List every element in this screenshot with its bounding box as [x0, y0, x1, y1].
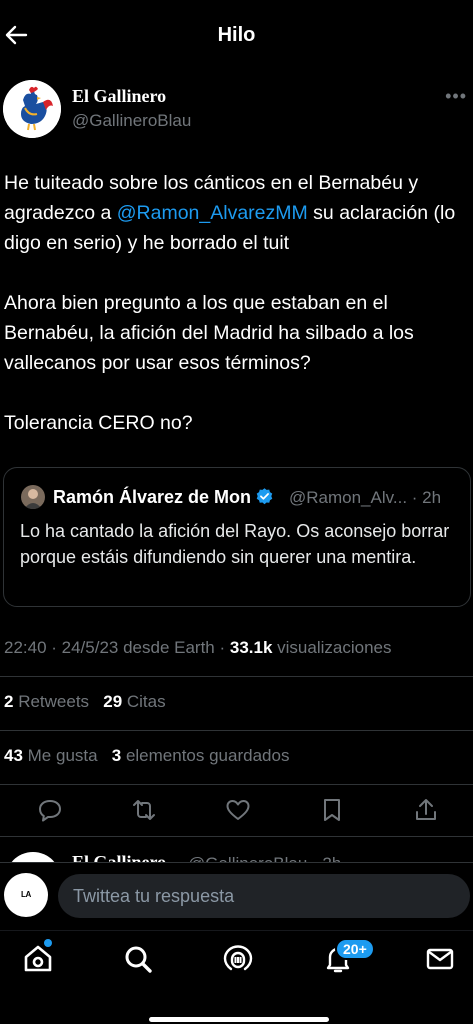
author-name[interactable]: El Gallinero	[72, 86, 166, 107]
more-icon[interactable]: •••	[445, 86, 467, 107]
reply-icon[interactable]	[36, 796, 64, 824]
share-icon[interactable]	[412, 796, 440, 824]
page-title: Hilo	[217, 24, 256, 46]
tweet-author[interactable]: El Gallinero @GallineroBlau •••	[0, 78, 473, 140]
retweets-stat[interactable]: 2 Retweets	[4, 692, 89, 711]
quoted-author-name: Ramón Álvarez de Mon	[53, 487, 274, 508]
retweet-quote-stats: 2 Retweets 29 Citas	[4, 692, 166, 712]
tweet-actions	[0, 790, 473, 830]
divider	[0, 730, 473, 731]
quotes-stat[interactable]: 29 Citas	[103, 692, 165, 711]
views-count[interactable]: 33.1k	[230, 638, 273, 657]
top-bar: Hilo	[0, 0, 473, 70]
divider	[0, 836, 473, 837]
quoted-avatar	[21, 485, 45, 509]
spaces-icon[interactable]	[222, 943, 254, 975]
quoted-tweet[interactable]: Ramón Álvarez de Mon @Ramon_Alv... · 2h …	[3, 467, 471, 607]
author-avatar[interactable]	[3, 80, 61, 138]
bottom-nav	[0, 930, 473, 990]
divider	[0, 784, 473, 785]
tweet-meta: 22:40 · 24/5/23 desde Earth · 33.1k visu…	[4, 638, 392, 657]
home-unread-dot	[44, 939, 52, 947]
reply-input[interactable]	[58, 874, 470, 918]
home-indicator[interactable]	[149, 1017, 329, 1022]
reply-bar: LA GALERNA	[0, 862, 473, 943]
divider	[0, 676, 473, 677]
like-icon[interactable]	[224, 796, 252, 824]
author-handle[interactable]: @GallineroBlau	[72, 111, 191, 131]
messages-icon[interactable]	[424, 943, 456, 975]
bookmark-icon[interactable]	[318, 796, 346, 824]
quoted-text: Lo ha cantado la afición del Rayo. Os ac…	[20, 521, 450, 567]
tweet-paragraph-1: He tuiteado sobre los cánticos en el Ber…	[4, 172, 456, 254]
home-icon[interactable]	[22, 943, 54, 975]
user-avatar[interactable]: LA GALERNA	[4, 873, 48, 943]
likes-stat[interactable]: 43 Me gusta	[4, 746, 98, 765]
tweet-paragraph-2: Ahora bien pregunto a los que estaban en…	[4, 292, 414, 374]
search-icon[interactable]	[122, 943, 154, 975]
notifications-badge: 20+	[335, 938, 375, 960]
verified-icon	[256, 488, 273, 505]
tweet-paragraph-3: Tolerancia CERO no?	[4, 412, 193, 434]
mention-link[interactable]: @Ramon_AlvarezMM	[117, 202, 308, 224]
retweet-icon[interactable]	[130, 796, 158, 824]
like-bookmark-stats: 43 Me gusta 3 elementos guardados	[4, 746, 289, 766]
quoted-author-handle: @Ramon_Alv... · 2h	[289, 488, 442, 507]
bookmarks-stat[interactable]: 3 elementos guardados	[112, 746, 290, 765]
rooster-logo-icon	[3, 80, 61, 138]
tweet-text: He tuiteado sobre los cánticos en el Ber…	[4, 168, 470, 468]
